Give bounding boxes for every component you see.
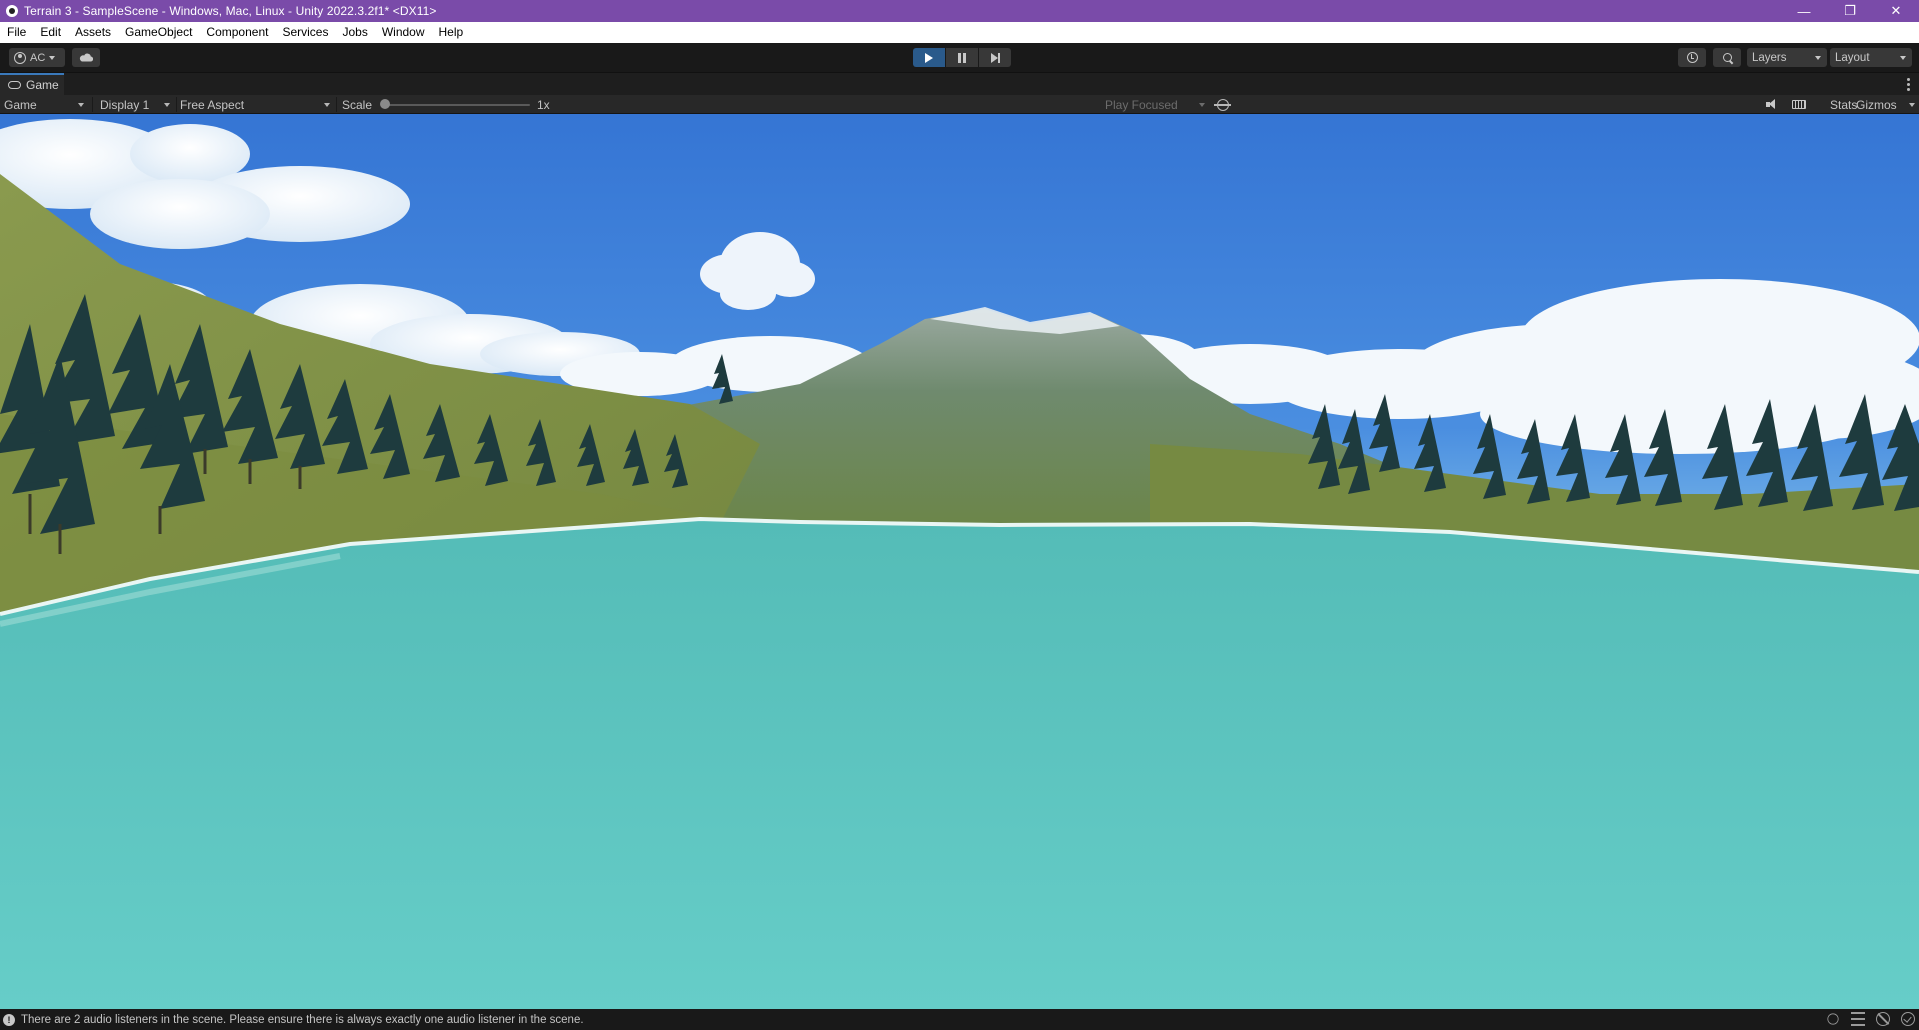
unity-logo-icon <box>6 5 18 17</box>
play-icon <box>925 52 933 63</box>
status-icons <box>1826 1012 1915 1026</box>
undo-history-button[interactable] <box>1678 48 1706 67</box>
terrain-scene-image <box>0 114 1919 1009</box>
tab-bar: Game <box>0 72 1919 95</box>
main-toolbar: AC Layers Layout <box>0 43 1919 72</box>
search-icon <box>1722 53 1732 62</box>
display-label: Display 1 <box>100 97 150 112</box>
menu-gameobject[interactable]: GameObject <box>118 22 199 43</box>
debug-icon[interactable] <box>1827 1013 1839 1025</box>
layout-dropdown[interactable]: Layout <box>1830 48 1912 67</box>
gizmos-dropdown[interactable]: Gizmos <box>1852 95 1919 114</box>
menu-component[interactable]: Component <box>199 22 275 43</box>
menu-edit[interactable]: Edit <box>33 22 68 43</box>
view-mode-dropdown[interactable]: Game <box>0 95 88 114</box>
divider <box>336 97 337 112</box>
info-icon: ! <box>3 1013 15 1026</box>
play-mode-dropdown[interactable]: Play Focused <box>1101 95 1209 114</box>
account-label: AC <box>30 51 46 64</box>
layers-dropdown[interactable]: Layers <box>1747 48 1827 67</box>
window-title: Terrain 3 - SampleScene - Windows, Mac, … <box>24 4 437 18</box>
tab-game[interactable]: Game <box>0 73 64 95</box>
playback-controls <box>913 48 1011 67</box>
step-icon <box>990 52 1000 63</box>
scale-slider-track[interactable] <box>384 104 530 106</box>
bug-icon[interactable] <box>1214 99 1231 111</box>
gamepad-icon <box>8 81 21 89</box>
user-icon <box>14 51 26 64</box>
account-dropdown[interactable]: AC <box>9 48 65 67</box>
more-options-icon[interactable] <box>1907 78 1910 91</box>
menu-services[interactable]: Services <box>275 22 335 43</box>
menu-help[interactable]: Help <box>432 22 471 43</box>
menu-jobs[interactable]: Jobs <box>335 22 374 43</box>
layers-label: Layers <box>1752 51 1787 64</box>
keyboard-icon[interactable] <box>1792 100 1806 109</box>
chevron-down-icon <box>1199 102 1205 107</box>
play-button[interactable] <box>913 48 945 67</box>
chevron-down-icon <box>1900 55 1906 60</box>
close-button[interactable]: ✕ <box>1873 0 1919 22</box>
chevron-down-icon <box>324 102 330 107</box>
restore-button[interactable]: ❐ <box>1827 0 1873 22</box>
pause-button[interactable] <box>946 48 978 67</box>
status-bar: ! There are 2 audio listeners in the sce… <box>0 1009 1919 1030</box>
layers-stack-icon[interactable] <box>1851 1012 1865 1026</box>
menu-window[interactable]: Window <box>375 22 432 43</box>
divider <box>92 97 93 112</box>
game-viewport[interactable] <box>0 114 1919 1009</box>
aspect-dropdown[interactable]: Free Aspect <box>176 95 334 114</box>
chevron-down-icon <box>78 102 84 107</box>
layout-label: Layout <box>1835 51 1870 64</box>
chevron-down-icon <box>164 102 170 107</box>
display-dropdown[interactable]: Display 1 <box>96 95 174 114</box>
menu-assets[interactable]: Assets <box>68 22 118 43</box>
scale-slider-thumb[interactable] <box>380 99 390 109</box>
history-icon <box>1686 52 1698 63</box>
auto-generate-lighting-icon[interactable] <box>1876 1012 1890 1026</box>
progress-check-icon[interactable] <box>1901 1012 1915 1026</box>
pause-icon <box>958 52 966 63</box>
play-mode-label: Play Focused <box>1105 97 1178 112</box>
status-message[interactable]: There are 2 audio listeners in the scene… <box>21 1014 584 1026</box>
menu-file[interactable]: File <box>0 22 33 43</box>
scale-label: Scale <box>342 97 373 112</box>
cloud-button[interactable] <box>72 48 100 67</box>
speaker-icon[interactable] <box>1766 99 1777 110</box>
window-controls: — ❐ ✕ <box>1781 0 1919 22</box>
view-mode-label: Game <box>4 97 37 112</box>
chevron-down-icon <box>1909 102 1915 107</box>
step-button[interactable] <box>979 48 1011 67</box>
aspect-label: Free Aspect <box>180 97 245 112</box>
tab-game-label: Game <box>26 78 59 92</box>
search-button[interactable] <box>1713 48 1741 67</box>
cloud-icon <box>79 53 93 62</box>
scale-value: 1x <box>537 97 550 112</box>
chevron-down-icon <box>49 55 56 60</box>
chevron-down-icon <box>1815 55 1821 60</box>
menu-bar: File Edit Assets GameObject Component Se… <box>0 22 1919 43</box>
title-bar: Terrain 3 - SampleScene - Windows, Mac, … <box>0 0 1919 22</box>
minimize-button[interactable]: — <box>1781 0 1827 22</box>
game-view-toolbar: Game Display 1 Free Aspect Scale 1x Play… <box>0 95 1919 114</box>
gizmos-label: Gizmos <box>1856 97 1897 112</box>
